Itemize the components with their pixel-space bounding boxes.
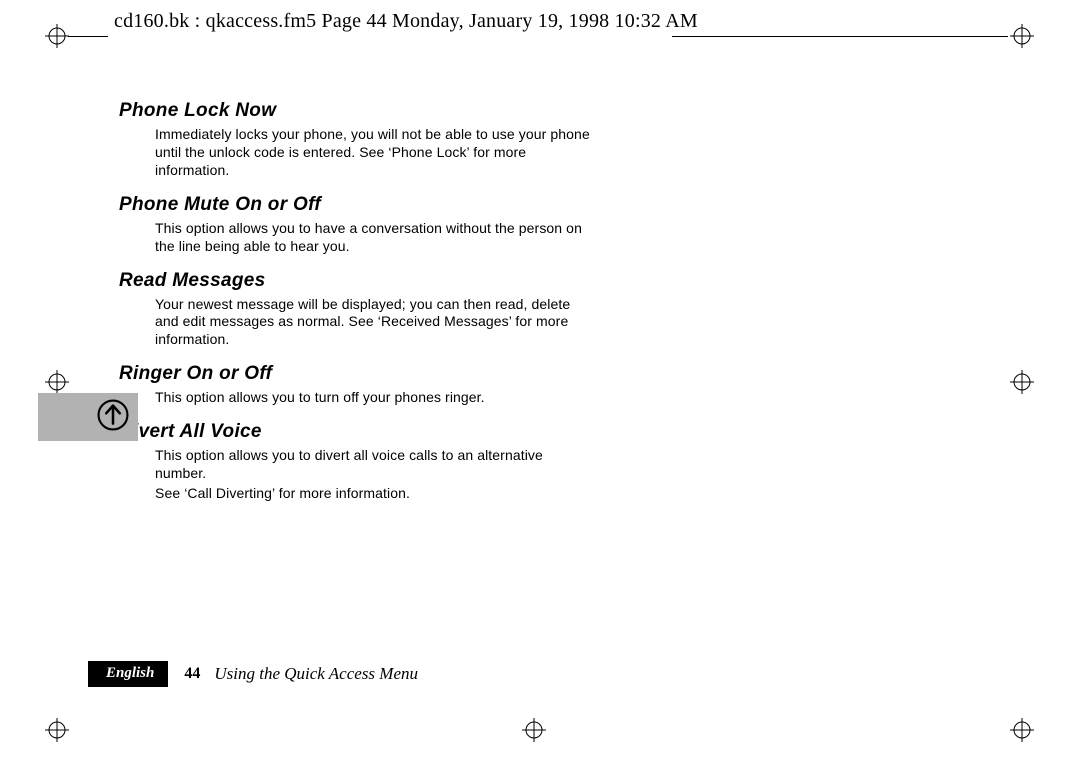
up-arrow-circle-icon [96, 398, 130, 437]
crop-mark-icon [522, 718, 546, 742]
section-body: See ‘Call Diverting’ for more informatio… [155, 485, 595, 503]
section-heading: Read Messages [119, 270, 659, 292]
section-heading: Phone Mute On or Off [119, 194, 659, 216]
chapter-tab [38, 393, 138, 441]
crop-mark-icon [45, 370, 69, 394]
section-body: Your newest message will be displayed; y… [155, 296, 595, 350]
crop-mark-icon [1010, 370, 1034, 394]
section-body: This option allows you to turn off your … [155, 389, 595, 407]
section-body: Immediately locks your phone, you will n… [155, 126, 595, 180]
rule-line [672, 36, 1008, 37]
crop-mark-icon [45, 24, 69, 48]
section-heading: Divert All Voice [119, 421, 659, 443]
footer-language: English [88, 661, 168, 687]
rule-line [68, 36, 108, 37]
section-heading: Ringer On or Off [119, 363, 659, 385]
crop-mark-icon [1010, 24, 1034, 48]
section-heading: Phone Lock Now [119, 100, 659, 122]
section-body: This option allows you to have a convers… [155, 220, 595, 256]
crop-mark-icon [1010, 718, 1034, 742]
footer-chapter-title: Using the Quick Access Menu [214, 664, 418, 684]
section-body: This option allows you to divert all voi… [155, 447, 595, 483]
page-footer: English 44 Using the Quick Access Menu [88, 661, 418, 687]
footer-page-number: 44 [184, 665, 200, 683]
main-content: Phone Lock Now Immediately locks your ph… [119, 100, 659, 505]
crop-mark-icon [45, 718, 69, 742]
document-slug: cd160.bk : qkaccess.fm5 Page 44 Monday, … [114, 10, 698, 33]
